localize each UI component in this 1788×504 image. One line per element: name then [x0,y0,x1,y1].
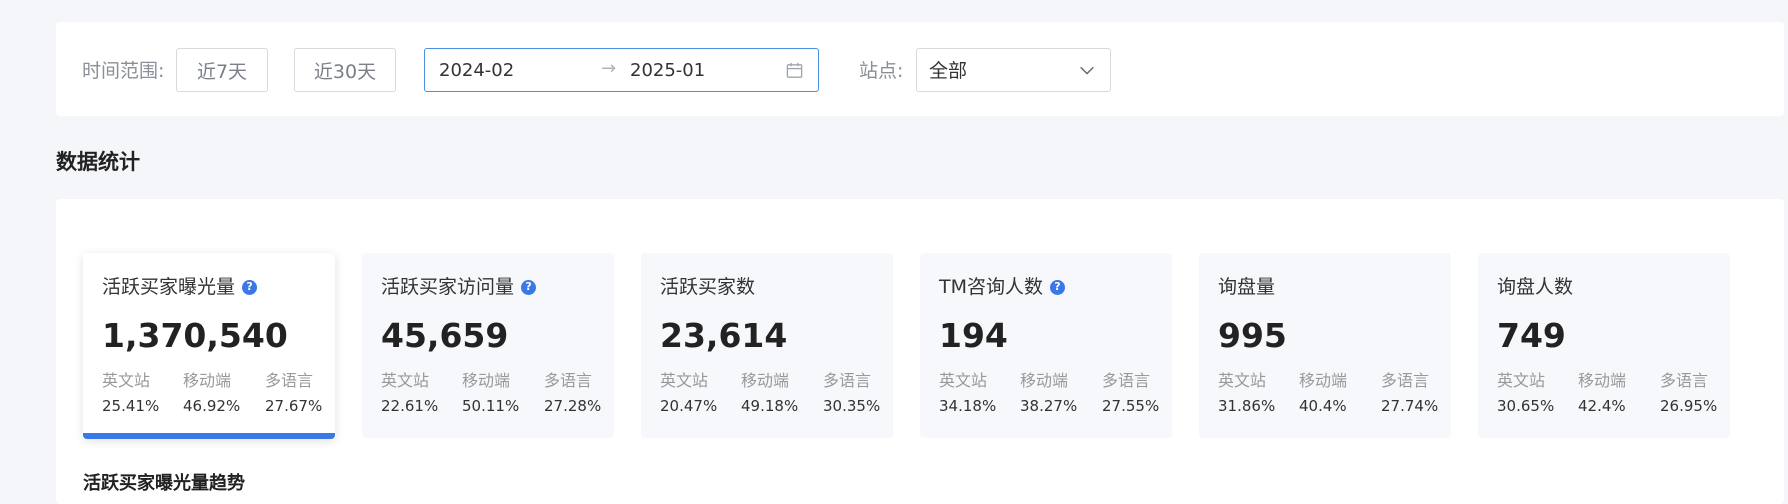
stat-card-sub-percent: 49.18% [741,397,799,415]
stat-card-sub-label: 多语言 [544,371,593,390]
stat-card-title-row: 活跃买家数 [660,273,755,301]
stat-card[interactable]: 活跃买家数 23,614 英文站 20.47% 移动端 49.18% 多语言 30.35% [641,253,893,438]
stat-card-title-row: 活跃买家访问量? [381,273,537,301]
site-select-value: 全部 [929,60,968,82]
stat-card-sub-label: 英文站 [381,371,430,390]
stat-card-sub-label: 英文站 [1497,371,1546,390]
stat-card-sub-label: 多语言 [265,371,314,390]
stat-card-title: 活跃买家曝光量 [102,276,236,298]
stat-card-title: TM咨询人数 [939,276,1043,298]
stat-card-sub-label: 多语言 [1102,371,1151,390]
stat-card-sub-label: 多语言 [823,371,872,390]
stat-card-title: 询盘人数 [1497,276,1574,298]
date-range-separator: → [601,58,617,79]
stat-card-sub-percent: 31.86% [1218,397,1276,415]
date-range-picker[interactable]: 2024-02 → 2025-01 [424,48,819,92]
stat-card[interactable]: 活跃买家访问量? 45,659 英文站 22.61% 移动端 50.11% 多语言 27.28… [362,253,614,438]
stat-card-sub-percent: 34.18% [939,397,997,415]
stats-panel: 活跃买家曝光量? 1,370,540 英文站 25.41% 移动端 46.92% 多语言 27… [56,199,1784,504]
last-30-days-button[interactable]: 近30天 [294,48,396,92]
section-title: 数据统计 [56,150,140,174]
stat-card-sub-percent: 46.92% [183,397,241,415]
stat-card-sub-label: 英文站 [1218,371,1267,390]
stat-card-title-row: 询盘人数 [1497,273,1573,301]
stat-card-value: 1,370,540 [102,316,288,355]
filter-panel: 时间范围: 近7天 近30天 2024-02 → 2025-01 站点: 全部 [56,22,1784,116]
help-icon[interactable]: ? [521,279,537,295]
stat-card-value: 749 [1497,316,1566,355]
stat-card-sub-label: 移动端 [1299,371,1348,390]
stat-card-title-row: 活跃买家曝光量? [102,273,258,301]
chevron-down-icon [1080,66,1094,75]
stat-card-sub-label: 移动端 [462,371,511,390]
site-select[interactable]: 全部 [916,48,1111,92]
stat-card-sub-label: 英文站 [660,371,709,390]
stat-card-sub-label: 多语言 [1381,371,1430,390]
stat-card-sub-percent: 27.74% [1381,397,1439,415]
stat-card-sub-label: 英文站 [939,371,988,390]
stat-card-sub-label: 英文站 [102,371,151,390]
stat-card-title: 询盘量 [1218,276,1276,298]
stat-card-sub-percent: 30.65% [1497,397,1555,415]
stat-card[interactable]: 询盘人数 749 英文站 30.65% 移动端 42.4% 多语言 26.95% [1478,253,1730,438]
help-icon[interactable]: ? [1050,279,1065,295]
stat-card-sub-percent: 30.35% [823,397,881,415]
stat-card-sub-label: 多语言 [1660,371,1709,390]
stat-card[interactable]: 询盘量 995 英文站 31.86% 移动端 40.4% 多语言 27.74% [1199,253,1451,438]
stat-card-sub-percent: 20.47% [660,397,718,415]
last-7-days-button[interactable]: 近7天 [176,48,268,92]
stat-card-sub-percent: 50.11% [462,397,520,415]
stat-card-value: 45,659 [381,316,509,355]
stat-card-sub-percent: 42.4% [1578,397,1626,415]
stat-card-sub-percent: 22.61% [381,397,439,415]
stat-card-sub-percent: 27.28% [544,397,602,415]
stat-card-sub-label: 移动端 [1020,371,1069,390]
stat-card-sub-percent: 26.95% [1660,397,1718,415]
time-range-label: 时间范围: [82,60,165,82]
stat-card-value: 995 [1218,316,1287,355]
date-end-input[interactable]: 2025-01 [630,59,705,83]
stat-card-title: 活跃买家访问量 [381,276,515,298]
stat-card-sub-percent: 27.67% [265,397,323,415]
stat-card-value: 194 [939,316,1008,355]
trend-title: 活跃买家曝光量趋势 [83,473,245,494]
stat-card-sub-label: 移动端 [183,371,232,390]
stat-card-sub-label: 移动端 [1578,371,1627,390]
stat-card-title-row: 询盘量 [1218,273,1275,301]
stat-card-title-row: TM咨询人数? [939,273,1065,301]
stat-card-sub-percent: 27.55% [1102,397,1160,415]
stat-card[interactable]: 活跃买家曝光量? 1,370,540 英文站 25.41% 移动端 46.92% 多语言 27… [83,253,335,439]
stat-card-sub-label: 移动端 [741,371,790,390]
stat-card-sub-percent: 40.4% [1299,397,1347,415]
stat-card-sub-percent: 38.27% [1020,397,1078,415]
stat-card-value: 23,614 [660,316,788,355]
help-icon[interactable]: ? [242,279,258,295]
stat-card[interactable]: TM咨询人数? 194 英文站 34.18% 移动端 38.27% 多语言 27.55% [920,253,1172,438]
stat-card-title: 活跃买家数 [660,276,756,298]
site-label: 站点: [859,60,904,82]
date-start-input[interactable]: 2024-02 [439,59,514,83]
stat-card-sub-percent: 25.41% [102,397,160,415]
calendar-icon[interactable] [785,61,804,80]
